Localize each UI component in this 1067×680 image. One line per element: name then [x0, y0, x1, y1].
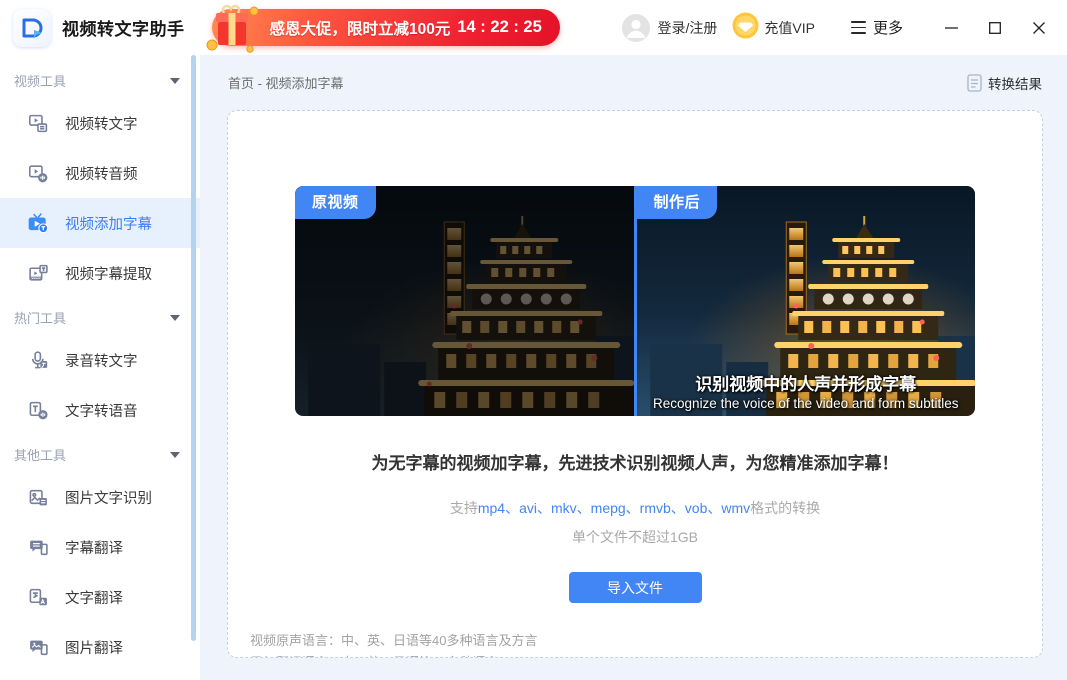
promo-banner[interactable]: 感恩大促，限时立减100元 14 : 22 : 25 [212, 9, 560, 46]
caret-down-icon [170, 78, 180, 84]
video-preview: 原视频 制作后 识别视频中的人声并形成字幕 Recognize the voic… [295, 186, 975, 416]
user-avatar[interactable] [622, 14, 650, 42]
subtitle-translate-icon [27, 536, 49, 558]
main-area: 首页 - 视频添加字幕 转换结果 原视频 [200, 55, 1067, 680]
sidebar-section-hot-tools[interactable]: 热门工具 [0, 298, 200, 335]
close-button[interactable] [1017, 8, 1061, 48]
night-building-image [295, 186, 634, 416]
sidebar-item-label: 图片翻译 [65, 637, 123, 658]
sidebar-item-image-ocr[interactable]: 图片文字识别 [0, 472, 200, 522]
target-language-info: 目标翻译语言：中、英、日语等20多种语言 [250, 652, 1042, 658]
sidebar-item-label: 文字转语音 [65, 400, 138, 421]
login-register-link[interactable]: 登录/注册 [658, 18, 718, 38]
more-menu[interactable]: 更多 [851, 17, 903, 38]
section-label: 其他工具 [14, 445, 66, 464]
processed-video-pane: 制作后 识别视频中的人声并形成字幕 Recognize the voice of… [634, 186, 976, 416]
video-to-text-icon [27, 112, 49, 134]
caret-down-icon [170, 315, 180, 321]
sidebar-item-text-translate[interactable]: 文字翻译 [0, 572, 200, 622]
original-video-pane: 原视频 [295, 186, 634, 416]
original-video-badge: 原视频 [295, 186, 376, 219]
app-title: 视频转文字助手 [62, 15, 185, 40]
promo-countdown: 14 : 22 : 25 [457, 18, 541, 37]
sidebar-section-video-tools[interactable]: 视频工具 [0, 61, 200, 98]
more-label: 更多 [873, 17, 903, 38]
breadcrumb[interactable]: 首页 - 视频添加字幕 [228, 73, 344, 92]
sidebar-section-other-tools[interactable]: 其他工具 [0, 435, 200, 472]
sidebar-item-text-to-speech[interactable]: 文字转语音 [0, 385, 200, 435]
formats-list: mp4、avi、mkv、mepg、rmvb、vob、wmv [478, 500, 750, 516]
sidebar-item-label: 视频添加字幕 [65, 213, 152, 234]
sidebar-item-subtitle-translate[interactable]: 字幕翻译 [0, 522, 200, 572]
recharge-vip-link[interactable]: 充值VIP [764, 18, 815, 38]
sidebar-item-video-add-subtitles[interactable]: 视频添加字幕 [0, 198, 200, 248]
formats-prefix: 支持 [450, 500, 478, 516]
language-info: 视频原声语言：中、英、日语等40多种语言及方言 目标翻译语言：中、英、日语等20… [250, 630, 1042, 658]
image-ocr-icon [27, 486, 49, 508]
app-logo-icon [13, 9, 51, 47]
document-icon [967, 74, 982, 92]
sidebar-item-label: 视频字幕提取 [65, 263, 152, 284]
sidebar-item-label: 录音转文字 [65, 350, 138, 371]
tool-card: 原视频 制作后 识别视频中的人声并形成字幕 Recognize the voic… [227, 110, 1043, 658]
sidebar-scrollbar[interactable] [191, 55, 196, 641]
text-to-speech-icon [27, 399, 49, 421]
video-add-subtitles-icon [27, 212, 49, 234]
sidebar-item-image-translate[interactable]: 图片翻译 [0, 622, 200, 672]
import-file-button[interactable]: 导入文件 [569, 572, 702, 603]
hamburger-icon [851, 21, 866, 33]
maximize-button[interactable] [973, 8, 1017, 48]
sidebar-item-video-to-text[interactable]: 视频转文字 [0, 98, 200, 148]
sidebar-item-label: 图片文字识别 [65, 487, 152, 508]
section-label: 热门工具 [14, 308, 66, 327]
title-bar: 视频转文字助手 感恩大促，限时立减100元 14 : 22 : 25 [0, 0, 1067, 55]
supported-formats: 支持mp4、avi、mkv、mepg、rmvb、vob、wmv格式的转换 [228, 498, 1042, 518]
vip-diamond-icon[interactable] [732, 12, 759, 44]
microphone-to-text-icon [27, 349, 49, 371]
sidebar-item-video-to-audio[interactable]: 视频转音频 [0, 148, 200, 198]
source-language-info: 视频原声语言：中、英、日语等40多种语言及方言 [250, 630, 1042, 652]
subtitle-english: Recognize the voice of the video and for… [637, 396, 976, 411]
image-translate-icon [27, 636, 49, 658]
section-label: 视频工具 [14, 71, 66, 90]
sidebar-item-label: 视频转音频 [65, 163, 138, 184]
video-subtitle-extract-icon [27, 262, 49, 284]
minimize-button[interactable] [929, 8, 973, 48]
sidebar-item-label: 文字翻译 [65, 587, 123, 608]
sidebar-item-label: 字幕翻译 [65, 537, 123, 558]
sidebar-item-video-subtitle-extract[interactable]: 视频字幕提取 [0, 248, 200, 298]
sidebar: 视频工具 视频转文字 [0, 55, 200, 680]
caret-down-icon [170, 452, 180, 458]
subtitle-overlay: 识别视频中的人声并形成字幕 Recognize the voice of the… [637, 370, 976, 411]
feature-headline: 为无字幕的视频加字幕，先进技术识别视频人声，为您精准添加字幕！ [228, 449, 1042, 474]
gift-box-icon [204, 0, 260, 60]
promo-text: 感恩大促，限时立减100元 [270, 17, 451, 39]
text-translate-icon [27, 586, 49, 608]
sidebar-item-label: 视频转文字 [65, 113, 138, 134]
file-size-limit: 单个文件不超过1GB [228, 527, 1042, 547]
subtitle-chinese: 识别视频中的人声并形成字幕 [637, 370, 976, 395]
processed-video-badge: 制作后 [637, 186, 718, 219]
conversion-results-link[interactable]: 转换结果 [967, 73, 1042, 93]
sidebar-item-audio-to-text[interactable]: 录音转文字 [0, 335, 200, 385]
formats-suffix: 格式的转换 [750, 500, 820, 516]
results-label: 转换结果 [988, 73, 1042, 93]
video-to-audio-icon [27, 162, 49, 184]
app-window: 视频转文字助手 感恩大促，限时立减100元 14 : 22 : 25 [0, 0, 1067, 680]
